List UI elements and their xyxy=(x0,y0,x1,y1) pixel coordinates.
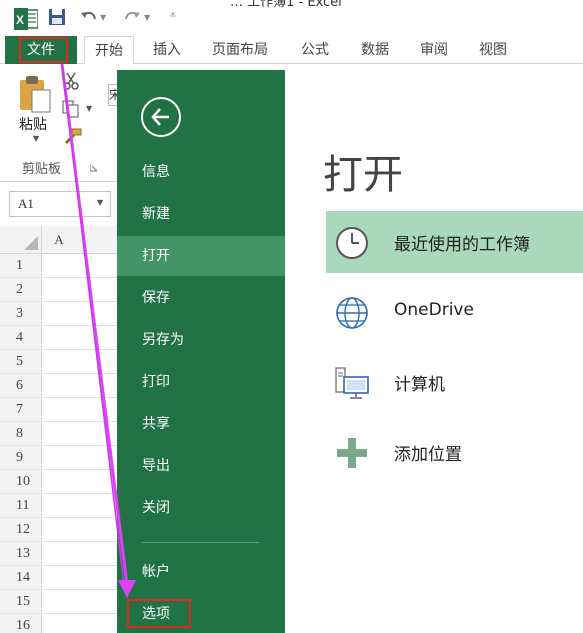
row-header[interactable]: 2 xyxy=(0,278,42,302)
dialog-launcher-icon[interactable] xyxy=(90,164,98,172)
tab-view[interactable]: 视图 xyxy=(479,36,507,64)
undo-icon[interactable] xyxy=(80,8,98,26)
place-label: 最近使用的工作簿 xyxy=(394,235,530,255)
paste-dropdown-icon[interactable]: ▼ xyxy=(33,134,39,143)
cell[interactable] xyxy=(42,470,120,494)
row-header[interactable]: 1 xyxy=(0,254,42,278)
row-header[interactable]: 13 xyxy=(0,542,42,566)
place-computer[interactable]: 计算机 xyxy=(326,351,583,413)
column-header-a[interactable]: A xyxy=(42,226,120,254)
place-recent-workbooks[interactable]: 最近使用的工作簿 xyxy=(326,211,583,273)
nav-item-share[interactable]: 共享 xyxy=(117,404,285,444)
cell[interactable] xyxy=(42,614,120,633)
computer-icon xyxy=(335,367,369,399)
name-box[interactable]: A1 ▼ xyxy=(9,191,111,217)
redo-dropdown-icon[interactable]: ▼ xyxy=(144,13,150,22)
options-highlight-box xyxy=(127,599,191,628)
file-tab-highlight-box xyxy=(19,37,68,63)
backstage-nav: 信息 新建 打开 保存 另存为 打印 共享 导出 关闭 帐户 选项 xyxy=(117,70,285,633)
paste-icon[interactable] xyxy=(18,74,52,114)
cell[interactable] xyxy=(42,374,120,398)
plus-icon xyxy=(337,438,367,468)
nav-item-info[interactable]: 信息 xyxy=(117,152,285,192)
svg-text:X: X xyxy=(16,13,24,27)
tab-review[interactable]: 审阅 xyxy=(420,36,448,64)
undo-dropdown-icon[interactable]: ▼ xyxy=(100,13,106,22)
nav-item-account[interactable]: 帐户 xyxy=(117,552,285,592)
globe-icon xyxy=(336,297,368,329)
row-header[interactable]: 8 xyxy=(0,422,42,446)
page-title: 打开 xyxy=(323,152,403,198)
row-header[interactable]: 16 xyxy=(0,614,42,633)
cut-icon[interactable] xyxy=(62,72,80,90)
window-title: … 工作簿1 - Excel xyxy=(230,0,342,10)
save-icon[interactable] xyxy=(48,8,66,26)
tab-data[interactable]: 数据 xyxy=(361,36,389,64)
cell[interactable] xyxy=(42,494,120,518)
cell[interactable] xyxy=(42,398,120,422)
clipboard-group-label: 剪贴板 xyxy=(22,162,62,177)
row-header[interactable]: 4 xyxy=(0,326,42,350)
name-box-value: A1 xyxy=(18,196,34,211)
row-header[interactable]: 14 xyxy=(0,566,42,590)
nav-item-open[interactable]: 打开 xyxy=(117,236,285,276)
nav-divider xyxy=(142,542,259,543)
tab-formulas[interactable]: 公式 xyxy=(301,36,329,64)
row-header[interactable]: 5 xyxy=(0,350,42,374)
row-header[interactable]: 3 xyxy=(0,302,42,326)
cell[interactable] xyxy=(42,278,120,302)
ribbon-tabs: 文件 开始 插入 页面布局 公式 数据 审阅 视图 xyxy=(0,36,583,65)
place-label: OneDrive xyxy=(394,300,474,320)
place-add-location[interactable]: 添加位置 xyxy=(326,421,583,483)
cell[interactable] xyxy=(42,326,120,350)
cell[interactable] xyxy=(42,542,120,566)
nav-item-save[interactable]: 保存 xyxy=(117,278,285,318)
cell[interactable] xyxy=(42,350,120,374)
copy-dropdown-icon[interactable]: ▼ xyxy=(86,104,92,113)
nav-item-close[interactable]: 关闭 xyxy=(117,488,285,528)
tab-insert[interactable]: 插入 xyxy=(153,36,181,64)
excel-logo-icon: X xyxy=(14,8,38,30)
customize-toolbar-icon[interactable]: ⩡ xyxy=(170,10,176,21)
nav-item-print[interactable]: 打印 xyxy=(117,362,285,402)
clock-icon xyxy=(336,227,368,259)
ribbon-home-panel: 粘贴 ▼ ▼ 剪贴板 宋 xyxy=(0,64,122,182)
place-label: 添加位置 xyxy=(394,445,462,465)
nav-item-save-as[interactable]: 另存为 xyxy=(117,320,285,360)
back-arrow-icon xyxy=(151,108,169,126)
cell[interactable] xyxy=(42,254,120,278)
row-header[interactable]: 9 xyxy=(0,446,42,470)
place-label: 计算机 xyxy=(394,375,445,395)
row-header[interactable]: 10 xyxy=(0,470,42,494)
tab-home[interactable]: 开始 xyxy=(84,36,134,65)
cell[interactable] xyxy=(42,518,120,542)
cell[interactable] xyxy=(42,590,120,614)
nav-item-export[interactable]: 导出 xyxy=(117,446,285,486)
tab-page-layout[interactable]: 页面布局 xyxy=(212,36,268,64)
cell[interactable] xyxy=(42,422,120,446)
redo-icon[interactable] xyxy=(123,8,141,26)
nav-item-new[interactable]: 新建 xyxy=(117,194,285,234)
row-header[interactable]: 6 xyxy=(0,374,42,398)
cell[interactable] xyxy=(42,566,120,590)
row-header[interactable]: 15 xyxy=(0,590,42,614)
paste-button-label[interactable]: 粘贴 xyxy=(19,114,47,134)
copy-icon[interactable] xyxy=(62,100,80,118)
row-header[interactable]: 7 xyxy=(0,398,42,422)
row-header[interactable]: 11 xyxy=(0,494,42,518)
format-painter-icon[interactable] xyxy=(62,128,82,146)
select-all-button[interactable] xyxy=(0,226,42,254)
name-box-dropdown-icon[interactable]: ▼ xyxy=(97,198,103,207)
row-header[interactable]: 12 xyxy=(0,518,42,542)
back-button[interactable] xyxy=(141,97,181,137)
quick-access-toolbar: … 工作簿1 - Excel X ▼ ▼ ⩡ xyxy=(0,0,583,36)
backstage-open-panel: 打开 最近使用的工作簿 OneDrive 计算机 添加位置 xyxy=(285,70,583,633)
cell[interactable] xyxy=(42,302,120,326)
place-onedrive[interactable]: OneDrive xyxy=(326,281,583,343)
cell[interactable] xyxy=(42,446,120,470)
worksheet-grid[interactable]: A 1 2 3 4 5 6 7 8 9 10 11 12 13 14 15 16 xyxy=(0,226,120,633)
